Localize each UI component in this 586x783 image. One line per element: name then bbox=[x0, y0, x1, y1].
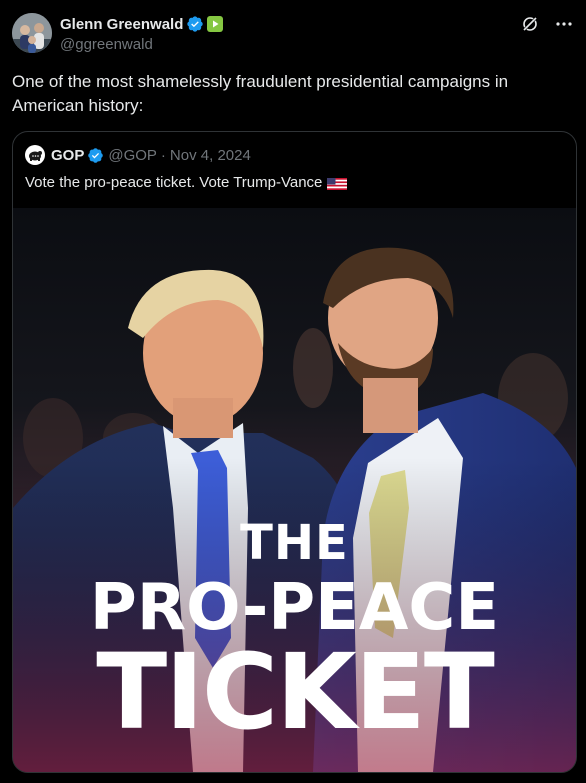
us-flag-icon bbox=[327, 177, 348, 190]
separator: · bbox=[160, 146, 166, 164]
quoted-date[interactable]: Nov 4, 2024 bbox=[170, 147, 251, 164]
quoted-verified-badge-icon bbox=[87, 147, 104, 164]
post[interactable]: Glenn Greenwald @ggreenwald One of the m… bbox=[0, 0, 586, 783]
quoted-post[interactable]: GOP @GOP · Nov 4, 2024 Vote the pro-peac… bbox=[12, 131, 577, 773]
post-text: One of the most shamelessly fraudulent p… bbox=[12, 72, 509, 115]
headline-line-1: THE bbox=[240, 515, 349, 571]
campaign-image[interactable]: THE PRO-PEACE TICKET bbox=[13, 208, 576, 772]
author-avatar[interactable] bbox=[12, 13, 52, 53]
grok-icon[interactable] bbox=[520, 14, 540, 34]
author-name[interactable]: Glenn Greenwald bbox=[60, 16, 183, 33]
quoted-author-handle[interactable]: @GOP bbox=[108, 147, 157, 164]
gop-avatar-icon[interactable] bbox=[25, 145, 45, 165]
more-icon[interactable] bbox=[554, 14, 574, 34]
quoted-author-name[interactable]: GOP bbox=[51, 147, 84, 164]
quoted-text-body: Vote the pro-peace ticket. Vote Trump-Va… bbox=[25, 174, 323, 191]
rumble-icon[interactable] bbox=[207, 16, 224, 32]
headline-line-3: TICKET bbox=[96, 631, 495, 753]
verified-badge-icon[interactable] bbox=[186, 15, 204, 33]
author-handle[interactable]: @ggreenwald bbox=[60, 36, 223, 53]
quoted-text: Vote the pro-peace ticket. Vote Trump-Va… bbox=[25, 174, 348, 191]
